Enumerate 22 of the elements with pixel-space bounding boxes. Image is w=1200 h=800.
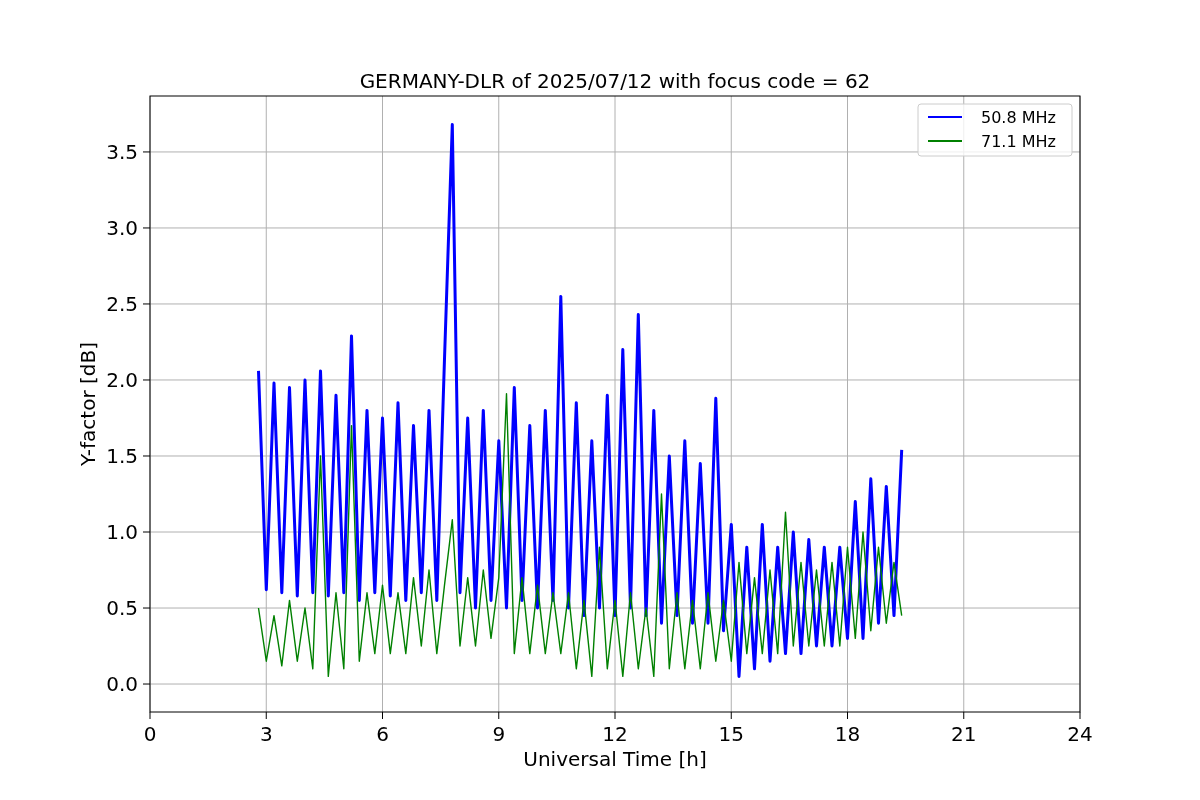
y-tick-label: 0.0 bbox=[106, 672, 138, 697]
y-tick-label: 3.0 bbox=[106, 215, 138, 240]
x-tick-label: 6 bbox=[376, 722, 389, 746]
y-axis-label: Y-factor [dB] bbox=[76, 342, 100, 466]
y-tick-label: 1.0 bbox=[106, 520, 138, 544]
y-tick-label: 2.5 bbox=[106, 291, 138, 316]
x-tick-label: 15 bbox=[718, 722, 744, 746]
y-tick-label: 2.0 bbox=[106, 368, 138, 392]
x-tick-label: 9 bbox=[492, 722, 506, 746]
y-tick-label: 0.5 bbox=[106, 596, 138, 620]
legend-label: 71.1 MHz bbox=[981, 132, 1056, 151]
legend-label: 50.8 MHz bbox=[981, 108, 1056, 127]
y-tick-label: 3.5 bbox=[106, 139, 138, 164]
x-tick-label: 24 bbox=[1067, 722, 1093, 746]
x-tick-label: 21 bbox=[951, 722, 977, 746]
x-tick-label: 18 bbox=[834, 722, 861, 746]
x-tick-label: 12 bbox=[602, 722, 628, 746]
x-tick-label: 0 bbox=[143, 722, 157, 746]
y-tick-label: 1.5 bbox=[106, 444, 138, 468]
x-axis-label: Universal Time [h] bbox=[523, 747, 707, 771]
chart-title: GERMANY-DLR of 2025/07/12 with focus code = 62 bbox=[359, 69, 871, 93]
x-tick-label: 3 bbox=[259, 722, 273, 746]
